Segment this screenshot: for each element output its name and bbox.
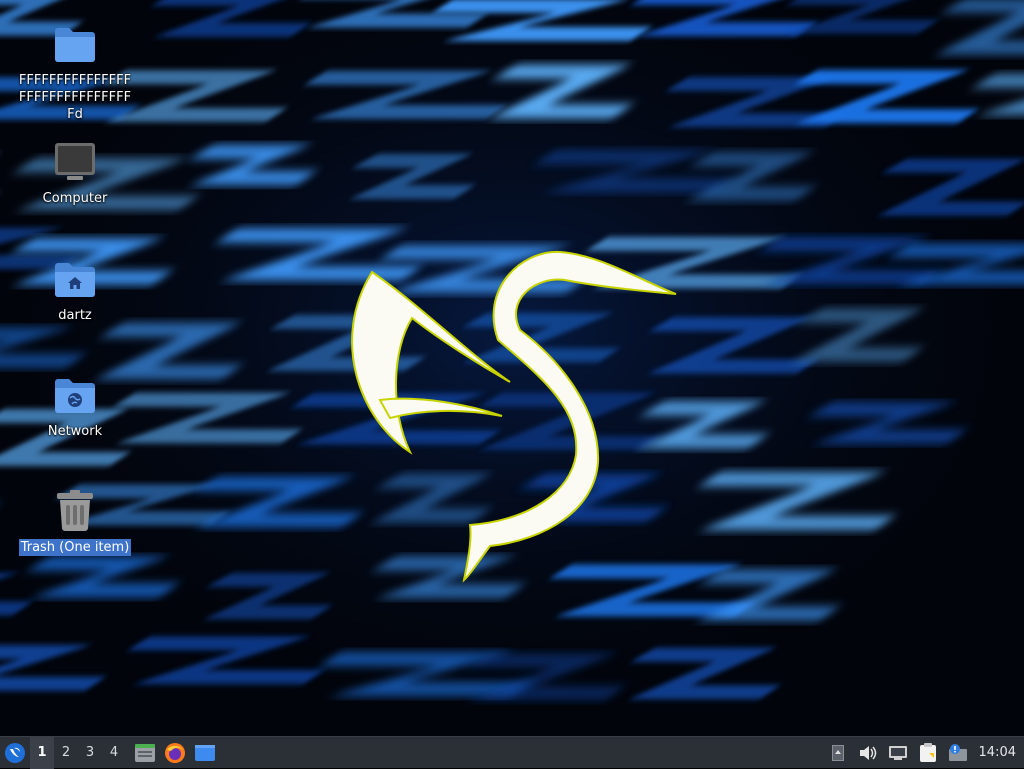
- update-notifier-button[interactable]: [943, 737, 973, 769]
- desktop-icon-label: Trash (One item): [18, 539, 132, 556]
- desktop-icon-folder[interactable]: FFFFFFFFFFFFFFFFFFFFFFFFFFFFFFFd: [15, 22, 135, 123]
- volume-button[interactable]: [853, 737, 883, 769]
- home-folder-icon: [53, 257, 97, 301]
- firefox-launcher[interactable]: [160, 737, 190, 769]
- tray-expand-button[interactable]: [823, 737, 853, 769]
- network-button[interactable]: [883, 737, 913, 769]
- desktop[interactable]: FFFFFFFFFFFFFFFFFFFFFFFFFFFFFFFd Compute…: [0, 0, 1024, 736]
- desktop-icon-label: FFFFFFFFFFFFFFFFFFFFFFFFFFFFFFFd: [18, 73, 132, 122]
- lubuntu-logo-icon: [5, 742, 25, 763]
- trash-icon: [53, 489, 97, 533]
- desktop-icon-label: dartz: [58, 308, 92, 323]
- clipboard-button[interactable]: [913, 737, 943, 769]
- workspace-3[interactable]: 3: [78, 737, 102, 769]
- folder-icon: [53, 22, 97, 66]
- network-connection-icon: [888, 745, 907, 760]
- desktop-icon-network[interactable]: Network: [15, 373, 135, 440]
- workspace-4[interactable]: 4: [102, 737, 126, 769]
- desktop-icon-computer[interactable]: Computer: [15, 140, 135, 207]
- firefox-icon: [165, 742, 185, 763]
- workspace-1[interactable]: 1: [30, 736, 54, 769]
- file-manager-icon: [135, 743, 155, 762]
- workspace-2[interactable]: 2: [54, 737, 78, 769]
- tray-up-icon: [831, 744, 844, 761]
- wallpaper: [0, 0, 1024, 736]
- desktop-icon-label: Computer: [42, 191, 108, 206]
- start-menu-button[interactable]: [0, 737, 30, 769]
- clock[interactable]: 14:04: [973, 745, 1024, 760]
- computer-icon: [53, 140, 97, 184]
- desktop-icon-home[interactable]: dartz: [15, 257, 135, 324]
- show-desktop-button[interactable]: [190, 737, 220, 769]
- desktop-icon-trash[interactable]: Trash (One item): [15, 489, 135, 556]
- update-notifier-icon: [948, 743, 967, 761]
- show-desktop-icon: [195, 744, 215, 761]
- desktop-icon-label: Network: [47, 424, 103, 439]
- network-folder-icon: [53, 373, 97, 417]
- taskbar: 1 2 3 4 14:04: [0, 736, 1024, 769]
- clipboard-icon: [919, 742, 936, 762]
- volume-icon: [859, 745, 876, 760]
- file-manager-launcher[interactable]: [130, 737, 160, 769]
